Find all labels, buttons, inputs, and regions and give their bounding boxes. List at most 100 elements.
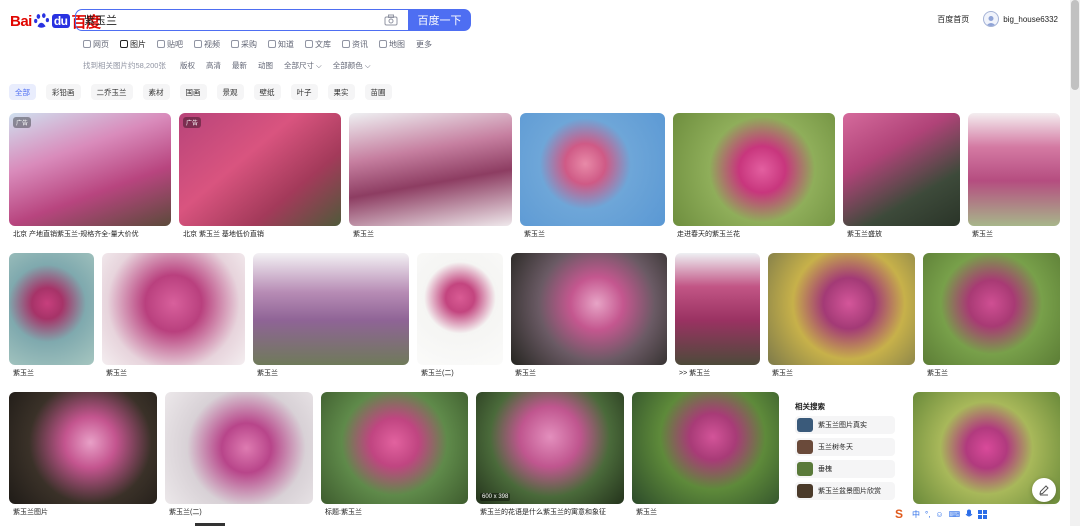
chip[interactable]: 景观 [216,84,244,100]
related-label: 紫玉兰盆景图片欣赏 [818,488,881,495]
avatar[interactable] [983,11,1000,27]
tab-label: 更多 [416,39,432,49]
image-caption[interactable]: 紫玉兰 [515,368,536,378]
related-item[interactable]: 垂槐 [795,460,895,478]
image-caption[interactable]: 紫玉兰 [524,229,545,239]
tab-map[interactable]: 地图 [379,38,405,50]
map-icon [379,40,387,48]
image-caption[interactable]: 紫玉兰 [353,229,374,239]
filter-copyright[interactable]: 版权 [180,60,195,71]
image-thumbnail[interactable]: 广告 [9,113,171,226]
related-label: 玉兰树冬天 [818,444,853,451]
tab-video[interactable]: 视频 [194,38,220,50]
image-thumbnail[interactable] [843,113,960,226]
chip[interactable]: 彩铅画 [46,84,81,100]
image-caption[interactable]: 紫玉兰 [927,368,948,378]
image-thumbnail[interactable] [253,253,409,365]
image-thumbnail[interactable] [9,253,94,365]
tab-tieba[interactable]: 贴吧 [157,38,183,50]
image-thumbnail[interactable] [102,253,245,365]
image-caption[interactable]: 紫玉兰 [972,229,993,239]
image-caption[interactable]: 北京 紫玉兰 基地低价直销 [183,229,343,239]
microphone-icon[interactable] [965,509,973,519]
ime-lang[interactable]: 中 [912,509,920,520]
image-caption[interactable]: 紫玉兰 [106,368,127,378]
image-thumbnail[interactable] [632,392,779,504]
related-item[interactable]: 玉兰树冬天 [795,438,895,456]
baidu-home-link[interactable]: 百度首页 [937,14,969,25]
filter-color-dropdown[interactable]: 全部颜色 ⌵ [333,60,371,71]
chip[interactable]: 素材 [142,84,170,100]
tab-more[interactable]: 更多 [416,38,432,50]
image-thumbnail[interactable]: 600 x 398 [476,392,624,504]
search-query[interactable]: 紫玉兰 [84,12,384,28]
filter-size-dropdown[interactable]: 全部尺寸 ⌵ [284,60,322,71]
ime-emoji-icon[interactable]: ☺ [935,510,943,519]
tab-news[interactable]: 资讯 [342,38,368,50]
filter-gif[interactable]: 动图 [258,60,273,71]
tab-zhidao[interactable]: 知道 [268,38,294,50]
ad-badge: 广告 [13,117,32,128]
image-thumbnail[interactable] [968,113,1060,226]
image-thumbnail[interactable]: 广告 [179,113,341,226]
chip[interactable]: 果实 [327,84,355,100]
image-caption[interactable]: 紫玉兰 [13,368,34,378]
image-caption[interactable]: 紫玉兰 [636,507,657,517]
image-caption[interactable]: 紫玉兰(二) [169,507,202,517]
image-caption[interactable]: 紫玉兰的花语是什么紫玉兰的寓意和象征 [480,507,630,517]
search-input[interactable]: 紫玉兰 [75,9,408,31]
ime-keyboard-icon[interactable]: ⌨ [949,510,961,519]
image-thumbnail[interactable] [923,253,1060,365]
image-caption[interactable]: 北京 产地直销紫玉兰-规格齐全-量大价优 [13,229,173,239]
image-caption[interactable]: 紫玉兰 [772,368,793,378]
search-button[interactable]: 百度一下 [408,9,471,31]
sogou-icon[interactable]: S [890,506,908,522]
filter-hd[interactable]: 高清 [206,60,221,71]
image-thumbnail[interactable] [349,113,512,226]
tab-label: 贴吧 [167,39,183,49]
scrollbar-thumb[interactable] [1071,0,1079,90]
camera-icon[interactable] [384,14,398,26]
image-thumbnail[interactable] [520,113,665,226]
image-thumbnail[interactable] [768,253,915,365]
image-caption[interactable]: 紫玉兰盛放 [847,229,882,239]
related-item[interactable]: 紫玉兰图片真实 [795,416,895,434]
chip[interactable]: 苗圃 [364,84,392,100]
grid-menu-icon[interactable] [978,509,988,519]
tab-images[interactable]: 图片 [120,38,146,50]
image-thumbnail[interactable] [165,392,313,504]
image-caption[interactable]: 紫玉兰图片 [13,507,48,517]
image-thumbnail[interactable] [675,253,760,365]
image-thumbnail[interactable] [9,392,157,504]
image-thumbnail[interactable] [673,113,835,226]
related-item[interactable]: 紫玉兰盆景图片欣赏 [795,482,895,500]
image-caption[interactable]: 标题:紫玉兰 [325,507,362,517]
image-thumbnail[interactable] [511,253,667,365]
image-caption[interactable]: >> 紫玉兰 [679,368,710,378]
paw-icon [33,13,49,28]
tab-web[interactable]: 网页 [83,38,109,50]
chip[interactable]: 二乔玉兰 [90,84,133,100]
image-caption[interactable]: 走进春天的紫玉兰花 [677,229,740,239]
ad-badge: 广告 [183,117,202,128]
image-caption[interactable]: 紫玉兰 [257,368,278,378]
image-thumbnail[interactable] [417,253,503,365]
pencil-icon [1039,485,1049,496]
ime-punct[interactable]: °, [925,510,930,519]
chip[interactable]: 壁纸 [253,84,281,100]
username[interactable]: big_house6332 [1003,15,1058,24]
tab-wenku[interactable]: 文库 [305,38,331,50]
image-caption[interactable]: 紫玉兰(二) [421,368,454,378]
web-icon [83,40,91,48]
related-label: 垂槐 [818,466,832,473]
related-thumb [797,440,813,454]
header-user-area: 百度首页 big_house6332 [937,11,1058,27]
vertical-scrollbar[interactable] [1070,0,1080,526]
feedback-edit-button[interactable] [1032,478,1056,502]
chip[interactable]: 叶子 [290,84,318,100]
filter-latest[interactable]: 最新 [232,60,247,71]
image-thumbnail[interactable] [321,392,468,504]
tab-purchase[interactable]: 采购 [231,38,257,50]
chip[interactable]: 国画 [179,84,207,100]
chip-all[interactable]: 全部 [9,84,36,100]
